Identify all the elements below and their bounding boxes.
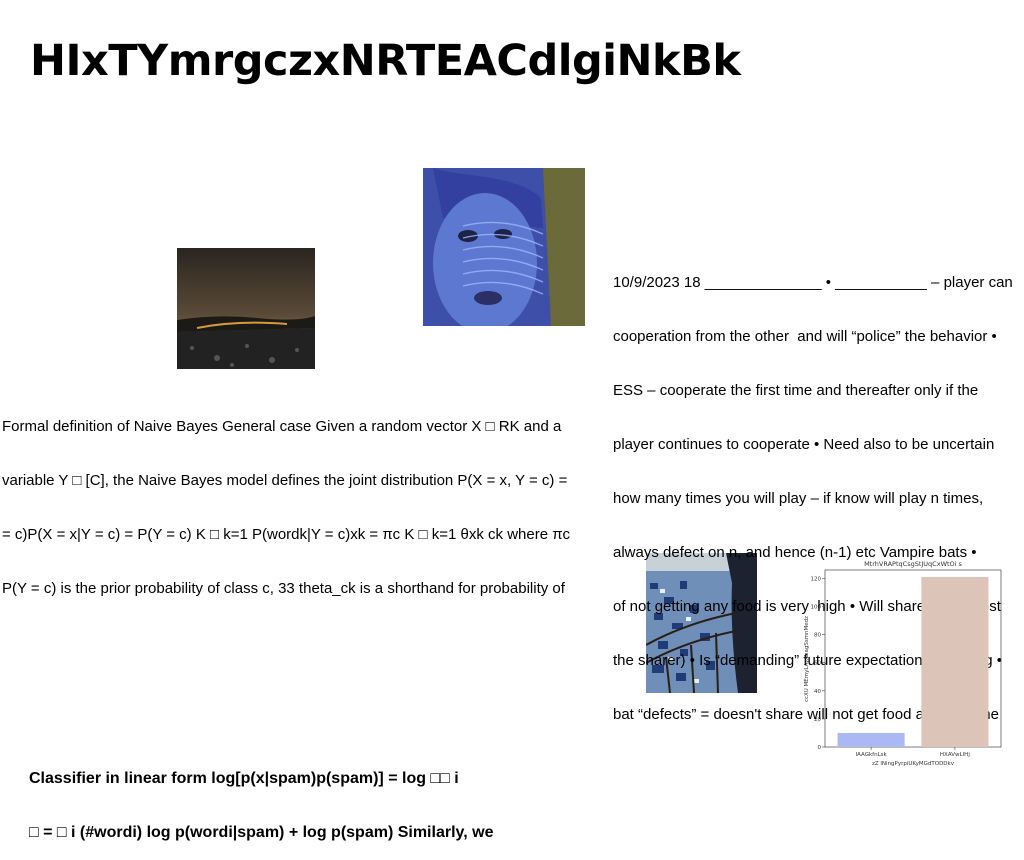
classifier-text: Classifier in linear form log[p(x|spam)p… [29, 734, 493, 860]
chart-title: MtrhVRAPtqCsgStJUqCxWtOi s [864, 560, 962, 568]
text-line: player continues to cooperate • Need als… [613, 436, 995, 453]
bar-chart: MtrhVRAPtqCsgStJUqCxWtOi s ccXU MEmyLAyA… [796, 553, 1014, 771]
text-line: ESS – cooperate the first time and there… [613, 382, 979, 399]
y-tick-label: 20 [814, 717, 821, 723]
chart-xlabel: zZ lNingPyrpiUKyMGdTODDkv [872, 761, 955, 767]
text-line: = c)P(X = x|Y = c) = P(Y = c) K □ k=1 P(… [2, 526, 571, 543]
text-line: Classifier in linear form log[p(x|spam)p… [29, 770, 459, 787]
page-title: HIxTYmrgczxNRTEACdlgiNkBk [30, 36, 741, 86]
naive-bayes-text: Formal definition of Naive Bayes General… [2, 382, 570, 616]
y-tick-label: 120 [811, 576, 822, 582]
text-line: variable Y □ [C], the Naive Bayes model … [2, 472, 568, 489]
y-tick-label: 60 [814, 661, 821, 667]
chart-ylabel: ccXU MEmyLAyAhagSsmnMedz [804, 616, 810, 702]
y-tick-label: 0 [818, 745, 822, 751]
x-tick-label: IAAGkfnLsk [856, 752, 888, 758]
night-beach-photo [177, 248, 315, 369]
bar [921, 577, 989, 747]
bar [837, 732, 905, 747]
blue-face-photo [423, 168, 585, 326]
text-line: Formal definition of Naive Bayes General… [2, 418, 562, 435]
text-line: 10/9/2023 18 ______________ • __________… [613, 274, 1013, 291]
y-tick-label: 100 [811, 605, 822, 611]
x-tick-label: HXAVwLIHj [940, 752, 970, 758]
text-line: □ = □ i (#wordi) log p(wordi|spam) + log… [29, 824, 494, 841]
text-line: cooperation from the other and will “pol… [613, 328, 997, 345]
text-line: P(Y = c) is the prior probability of cla… [2, 580, 565, 597]
text-line: how many times you will play – if know w… [613, 490, 984, 507]
y-tick-label: 80 [814, 633, 821, 639]
bar-chart-svg: MtrhVRAPtqCsgStJUqCxWtOi s ccXU MEmyLAyA… [804, 560, 1002, 767]
y-tick-label: 40 [814, 689, 821, 695]
